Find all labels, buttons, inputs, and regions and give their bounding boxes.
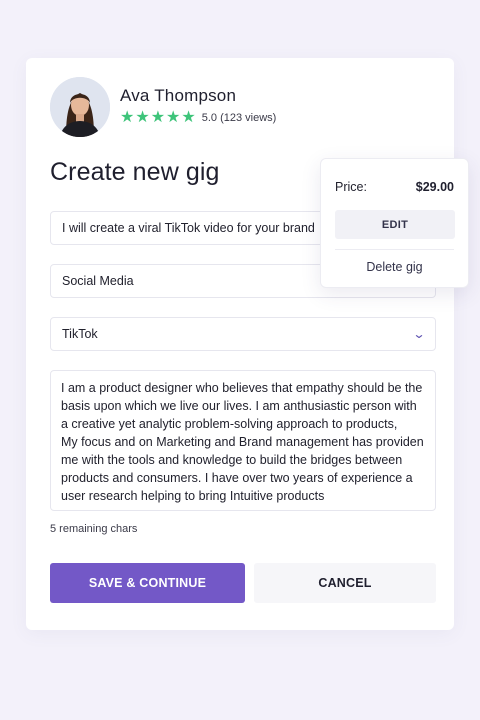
- star-icon: ★: [135, 109, 150, 126]
- save-continue-button[interactable]: SAVE & CONTINUE: [50, 563, 245, 603]
- delete-gig-link[interactable]: Delete gig: [321, 260, 468, 274]
- page-title: Create new gig: [50, 158, 220, 186]
- platform-value: TikTok: [62, 327, 98, 341]
- gig-title-value: I will create a viral TikTok video for y…: [62, 221, 315, 235]
- star-icon: ★: [120, 109, 135, 126]
- rating-text: 5.0 (123 views): [201, 112, 277, 124]
- price-value: $29.00: [415, 180, 454, 194]
- chevron-down-icon[interactable]: ⌄: [412, 327, 425, 341]
- rating: ★ ★ ★ ★ ★ 5.0 (123 views): [120, 110, 276, 126]
- profile-name: Ava Thompson: [120, 86, 237, 105]
- star-icon: ★: [150, 109, 166, 126]
- price-popover: Price: $29.00 EDIT Delete gig: [320, 158, 469, 288]
- star-icon: ★: [166, 109, 181, 126]
- edit-price-button[interactable]: EDIT: [335, 210, 455, 239]
- platform-select[interactable]: TikTok ⌄: [50, 317, 436, 351]
- cancel-button[interactable]: CANCEL: [254, 563, 436, 603]
- remaining-chars: 5 remaining chars: [50, 523, 138, 535]
- description-textarea[interactable]: I am a product designer who believes tha…: [50, 370, 436, 511]
- star-icon: ★: [181, 109, 196, 126]
- price-label: Price:: [335, 180, 367, 194]
- category-value: Social Media: [62, 274, 134, 288]
- divider: [335, 249, 454, 250]
- avatar: [50, 77, 110, 137]
